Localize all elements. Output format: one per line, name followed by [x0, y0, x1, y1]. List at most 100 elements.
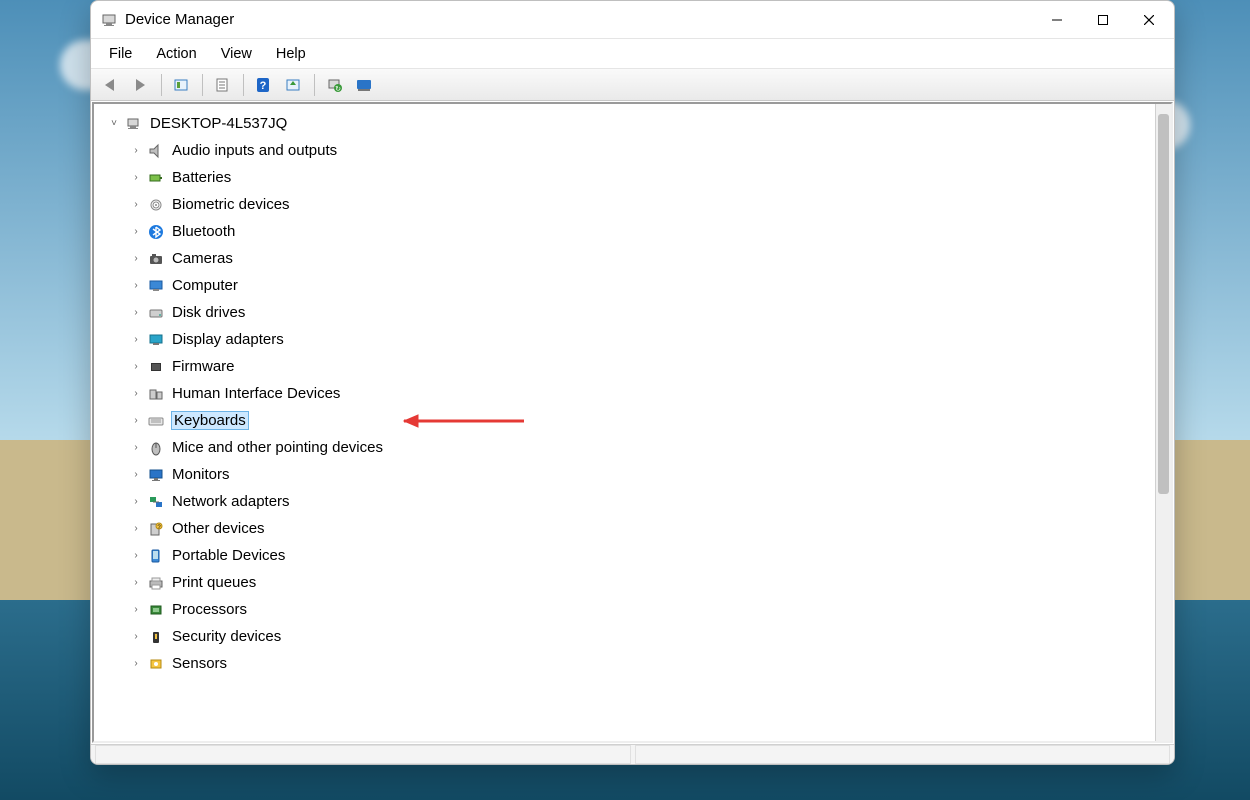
camera-icon [146, 250, 166, 268]
toolbar-scan-hardware[interactable] [351, 72, 379, 98]
expand-toggle-icon[interactable]: › [128, 494, 144, 510]
other-devices-icon: ? [146, 520, 166, 538]
tree-category-label: Keyboards [172, 412, 248, 429]
maximize-button[interactable] [1080, 1, 1126, 39]
close-button[interactable] [1126, 1, 1172, 39]
tree-category-label: Disk drives [172, 304, 245, 321]
tree-category[interactable]: › Mice and other pointing devices [100, 434, 1155, 461]
device-tree[interactable]: ˅ DESKTOP-4L537JQ › Audio inputs and output… [94, 104, 1155, 741]
tree-category[interactable]: › Network adapters [100, 488, 1155, 515]
tree-category[interactable]: › Audio inputs and outputs [100, 137, 1155, 164]
monitor-icon [146, 466, 166, 484]
tree-category[interactable]: ›Monitors [100, 461, 1155, 488]
security-icon [146, 628, 166, 646]
tree-root[interactable]: ˅ DESKTOP-4L537JQ [100, 110, 1155, 137]
mouse-icon [146, 439, 166, 457]
status-cell [635, 745, 1171, 764]
tree-category[interactable]: ›Biometric devices [100, 191, 1155, 218]
tree-category[interactable]: ›Firmware [100, 353, 1155, 380]
fingerprint-icon [146, 196, 166, 214]
tree-category[interactable]: › Human Interface Devices [100, 380, 1155, 407]
tree-category[interactable]: › Computer [100, 272, 1155, 299]
tree-category[interactable]: ›Portable Devices [100, 542, 1155, 569]
processor-icon [146, 601, 166, 619]
help-icon: ? [255, 77, 273, 93]
properties-icon [214, 77, 232, 93]
expand-toggle-icon[interactable]: › [128, 467, 144, 483]
tree-category[interactable]: › Disk drives [100, 299, 1155, 326]
minimize-button[interactable] [1034, 1, 1080, 39]
expand-toggle-icon[interactable]: › [128, 413, 144, 429]
toolbar-separator [243, 74, 244, 96]
expand-toggle-icon[interactable]: › [128, 629, 144, 645]
tree-category-label: Mice and other pointing devices [172, 439, 383, 456]
expand-toggle-icon[interactable]: › [128, 656, 144, 672]
vertical-scrollbar[interactable] [1155, 104, 1171, 741]
titlebar[interactable]: Device Manager [91, 1, 1174, 39]
menu-view[interactable]: View [209, 42, 264, 66]
expand-toggle-icon[interactable]: › [128, 278, 144, 294]
tree-category[interactable]: ›Bluetooth [100, 218, 1155, 245]
toolbar-help[interactable]: ? [250, 72, 278, 98]
maximize-icon [1098, 15, 1108, 25]
firmware-icon [146, 358, 166, 376]
toolbar-back[interactable] [97, 72, 125, 98]
tree-category-label: Print queues [172, 574, 256, 591]
printer-icon [146, 574, 166, 592]
tree-root-label: DESKTOP-4L537JQ [150, 115, 287, 132]
tree-category-label: Network adapters [172, 493, 290, 510]
expand-toggle-icon[interactable]: › [128, 143, 144, 159]
expand-toggle-icon[interactable]: › [128, 575, 144, 591]
show-hidden-icon [173, 77, 191, 93]
expand-toggle-icon[interactable]: › [128, 602, 144, 618]
expand-toggle-icon[interactable]: ˅ [106, 116, 122, 132]
app-icon [101, 12, 117, 28]
tree-category[interactable]: ›Sensors [100, 650, 1155, 677]
tree-category[interactable]: ›? Other devices [100, 515, 1155, 542]
tree-category[interactable]: › Print queues [100, 569, 1155, 596]
bluetooth-icon [146, 223, 166, 241]
sensor-icon [146, 655, 166, 673]
expand-toggle-icon[interactable]: › [128, 521, 144, 537]
tree-category-label: Cameras [172, 250, 233, 267]
scrollbar-thumb[interactable] [1158, 114, 1169, 494]
speaker-icon [146, 142, 166, 160]
network-icon [146, 493, 166, 511]
toolbar-update-driver[interactable] [280, 72, 308, 98]
tree-category[interactable]: ›Display adapters [100, 326, 1155, 353]
tree-category-label: Security devices [172, 628, 281, 645]
tree-category[interactable]: › Security devices [100, 623, 1155, 650]
toolbar-separator [161, 74, 162, 96]
tree-category-label: Audio inputs and outputs [172, 142, 337, 159]
expand-toggle-icon[interactable]: › [128, 386, 144, 402]
toolbar-forward[interactable] [127, 72, 155, 98]
tree-category[interactable]: › Keyboards [100, 407, 1155, 434]
tree-category-label: Processors [172, 601, 247, 618]
menu-help[interactable]: Help [264, 42, 318, 66]
expand-toggle-icon[interactable]: › [128, 170, 144, 186]
expand-toggle-icon[interactable]: › [128, 548, 144, 564]
toolbar-uninstall[interactable]: ↻ [321, 72, 349, 98]
tree-category-label: Human Interface Devices [172, 385, 340, 402]
expand-toggle-icon[interactable]: › [128, 197, 144, 213]
hid-icon [146, 385, 166, 403]
computer-root-icon [124, 115, 144, 133]
tree-category[interactable]: › Cameras [100, 245, 1155, 272]
toolbar-separator [202, 74, 203, 96]
tree-category[interactable]: ›Batteries [100, 164, 1155, 191]
tree-category[interactable]: › Processors [100, 596, 1155, 623]
toolbar-properties[interactable] [209, 72, 237, 98]
tree-category-label: Other devices [172, 520, 265, 537]
menu-file[interactable]: File [97, 42, 144, 66]
expand-toggle-icon[interactable]: › [128, 332, 144, 348]
tree-category-label: Computer [172, 277, 238, 294]
expand-toggle-icon[interactable]: › [128, 440, 144, 456]
toolbar: ? ↻ [91, 69, 1174, 101]
toolbar-show-hidden[interactable] [168, 72, 196, 98]
expand-toggle-icon[interactable]: › [128, 305, 144, 321]
expand-toggle-icon[interactable]: › [128, 224, 144, 240]
keyboard-icon [146, 412, 166, 430]
expand-toggle-icon[interactable]: › [128, 359, 144, 375]
menu-action[interactable]: Action [144, 42, 208, 66]
expand-toggle-icon[interactable]: › [128, 251, 144, 267]
